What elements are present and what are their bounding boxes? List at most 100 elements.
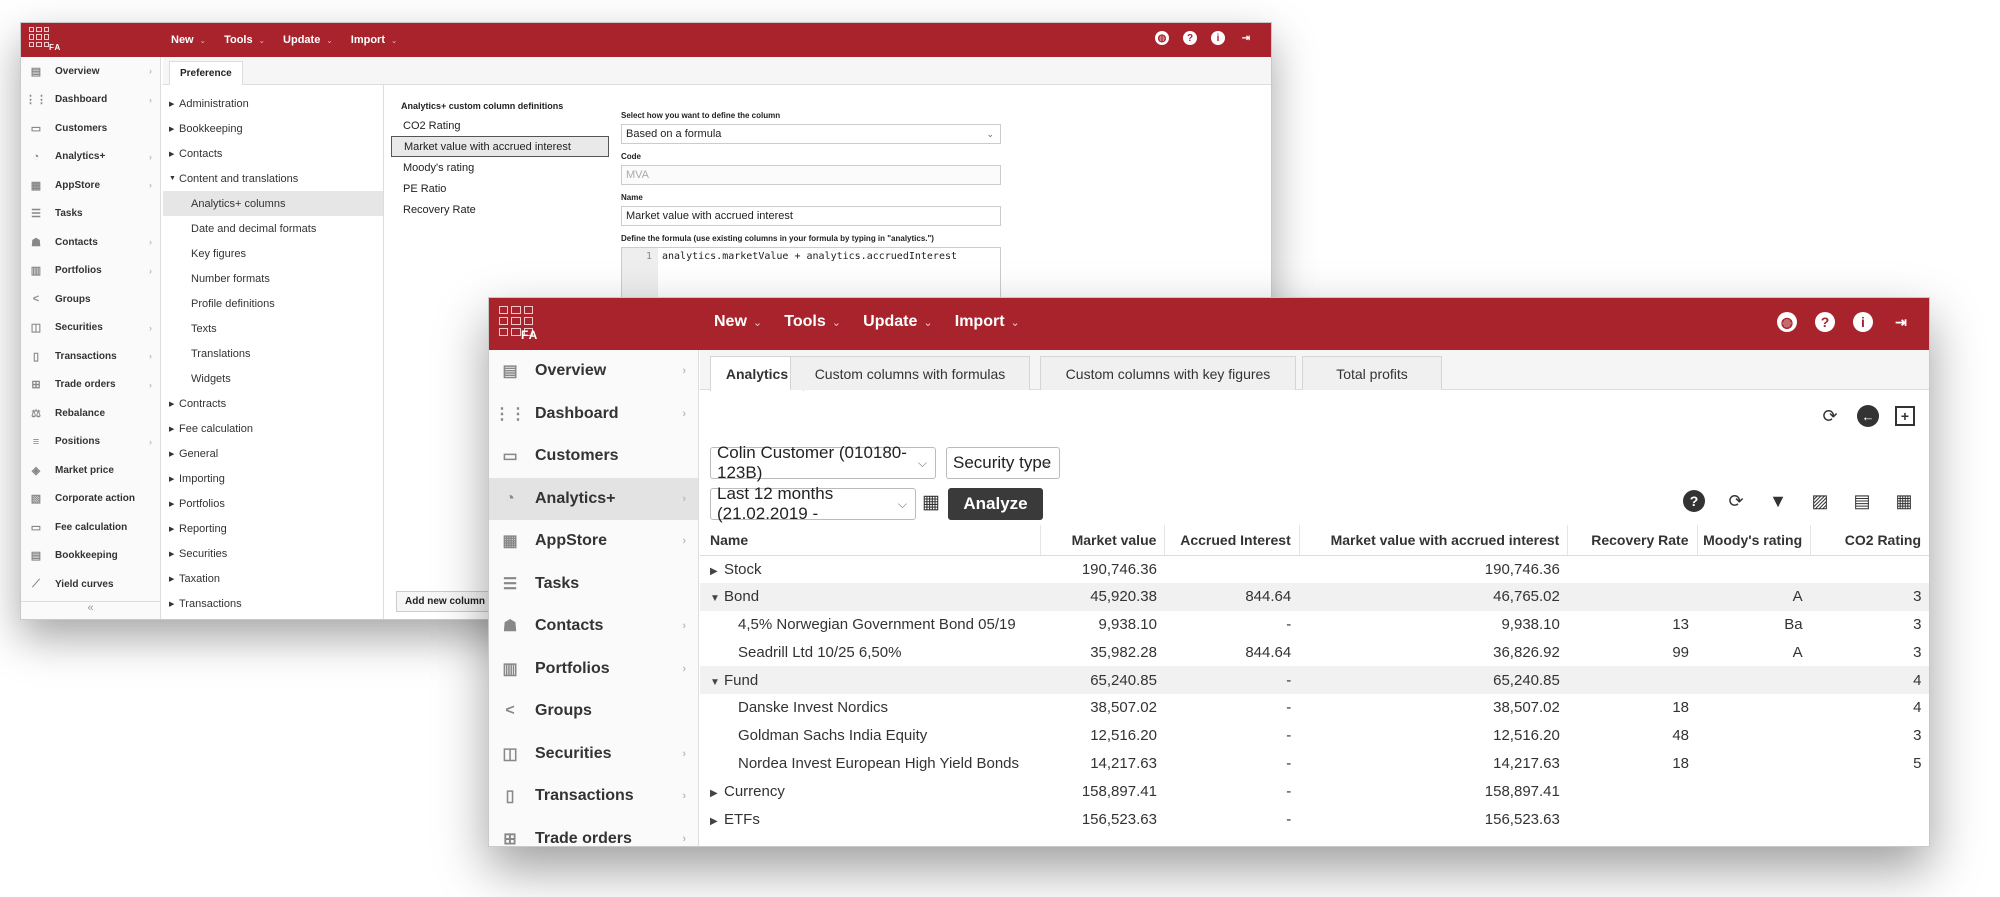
sidebar-item-analytics[interactable]: ◔ Analytics+ ›	[489, 477, 698, 520]
globe-icon[interactable]: ◍	[1155, 31, 1169, 45]
sidebar-item-portfolios[interactable]: ▥ Portfolios ›	[21, 257, 160, 286]
sidebar-item-transactions[interactable]: ▯ Transactions ›	[21, 342, 160, 371]
tree-item-content-and-translations[interactable]: ▼ Content and translations	[169, 166, 384, 191]
help-icon[interactable]: ?	[1183, 31, 1197, 45]
menu-new[interactable]: New ⌄	[714, 313, 762, 331]
add-new-column-button[interactable]: Add new column	[396, 591, 494, 612]
table-row[interactable]: ▶ Currency 158,897.41 - 158,897.41	[700, 777, 1929, 805]
info-icon[interactable]: i	[1853, 312, 1873, 332]
info-icon[interactable]: i	[1211, 31, 1225, 45]
logout-icon[interactable]: ⇥	[1891, 312, 1911, 332]
tab-custom-columns-with-formulas[interactable]: Custom columns with formulas	[790, 356, 1030, 390]
tree-item-securities[interactable]: ▶ Securities	[169, 541, 384, 566]
sidebar-item-customers[interactable]: ▭ Customers	[489, 435, 698, 478]
sidebar-item-securities[interactable]: ◫ Securities ›	[21, 314, 160, 343]
refresh-icon[interactable]: ⟳	[1725, 490, 1747, 512]
define-method-select[interactable]: Based on a formula ⌄	[621, 124, 1001, 144]
sidebar-item-bookkeeping[interactable]: ▤ Bookkeeping	[21, 542, 160, 571]
sidebar-item-trade-orders[interactable]: ⊞ Trade orders ›	[21, 371, 160, 400]
logout-icon[interactable]: ⇥	[1239, 31, 1253, 45]
column-header-recovery-rate[interactable]: Recovery Rate	[1567, 525, 1698, 556]
table-row[interactable]: ▼ Fund 65,240.85 - 65,240.85 4	[700, 666, 1929, 694]
column-item-pe-ratio[interactable]: PE Ratio	[391, 178, 609, 199]
tree-item-translations[interactable]: Translations	[169, 341, 384, 366]
fa-logo-icon[interactable]	[29, 27, 49, 47]
column-header-co2-rating[interactable]: CO2 Rating	[1810, 525, 1929, 556]
caret-down-icon[interactable]: ▼	[710, 677, 724, 688]
tree-item-transactions[interactable]: ▶ Transactions	[169, 591, 384, 616]
tree-item-importing[interactable]: ▶ Importing	[169, 466, 384, 491]
tab-total-profits[interactable]: Total profits	[1302, 356, 1442, 390]
sidebar-item-tasks[interactable]: ☰ Tasks	[21, 200, 160, 229]
grouping-select[interactable]: Security type ⌵	[946, 447, 1060, 479]
caret-down-icon[interactable]: ▼	[710, 593, 724, 604]
add-icon[interactable]: +	[1895, 406, 1915, 426]
sidebar-item-corporate-action[interactable]: ▧ Corporate action	[21, 485, 160, 514]
sidebar-item-appstore[interactable]: ▦ AppStore ›	[489, 520, 698, 563]
sidebar-item-tasks[interactable]: ☰ Tasks	[489, 563, 698, 606]
sidebar-item-dashboard[interactable]: ⋮⋮ Dashboard ›	[489, 393, 698, 436]
refresh-icon[interactable]: ⟳	[1819, 405, 1841, 427]
tree-item-texts[interactable]: Texts	[169, 316, 384, 341]
sidebar-item-yield-curves[interactable]: ⟋ Yield curves	[21, 570, 160, 599]
sidebar-item-transactions[interactable]: ▯ Transactions ›	[489, 775, 698, 818]
tree-item-general[interactable]: ▶ General	[169, 441, 384, 466]
table-row[interactable]: Nordea Invest European High Yield Bonds 1…	[700, 750, 1929, 778]
sidebar-item-rebalance[interactable]: ⚖ Rebalance	[21, 399, 160, 428]
sidebar-item-securities[interactable]: ◫ Securities ›	[489, 733, 698, 776]
column-header-name[interactable]: Name	[700, 525, 1042, 556]
menu-update[interactable]: Update ⌄	[863, 313, 933, 331]
sidebar-item-overview[interactable]: ▤ Overview ›	[21, 57, 160, 86]
caret-right-icon[interactable]: ▶	[710, 566, 724, 577]
sidebar-item-fee-calculation[interactable]: ▭ Fee calculation	[21, 513, 160, 542]
table-row[interactable]: ▶ ETFs 156,523.63 - 156,523.63	[700, 805, 1929, 833]
menu-import[interactable]: Import ⌄	[351, 34, 398, 46]
back-arrow-icon[interactable]: ←	[1857, 405, 1879, 427]
tree-item-portfolios[interactable]: ▶ Portfolios	[169, 491, 384, 516]
tree-item-widgets[interactable]: Widgets	[169, 366, 384, 391]
name-field[interactable]: Market value with accrued interest	[621, 206, 1001, 226]
sidebar-item-trade-orders[interactable]: ⊞ Trade orders ›	[489, 818, 698, 846]
tree-item-bookkeeping[interactable]: ▶ Bookkeeping	[169, 116, 384, 141]
formula-editor[interactable]: 1 analytics.marketValue + analytics.accr…	[621, 247, 1001, 303]
sidebar-item-market-price[interactable]: ◈ Market price	[21, 456, 160, 485]
tree-item-contracts[interactable]: ▶ Contracts	[169, 391, 384, 416]
help-icon[interactable]: ?	[1683, 490, 1705, 512]
sidebar-item-contacts[interactable]: ☗ Contacts ›	[21, 228, 160, 257]
period-select[interactable]: Last 12 months (21.02.2019 - ⌵	[710, 484, 916, 523]
column-item-recovery-rate[interactable]: Recovery Rate	[391, 199, 609, 220]
sidebar-item-groups[interactable]: < Groups	[489, 690, 698, 733]
sidebar-item-positions[interactable]: ≡ Positions ›	[21, 428, 160, 457]
sidebar-item-portfolios[interactable]: ▥ Portfolios ›	[489, 648, 698, 691]
customer-select[interactable]: Colin Customer (010180-123B) ⌵	[710, 443, 936, 482]
table-row[interactable]: ▼ Bond 45,920.38 844.64 46,765.02 A 3	[700, 582, 1929, 611]
tree-item-date-and-decimal-formats[interactable]: Date and decimal formats	[169, 216, 384, 241]
tree-item-analytics-columns[interactable]: Analytics+ columns	[163, 191, 384, 216]
calendar-icon[interactable]: ▦	[922, 491, 940, 514]
tree-item-profile-definitions[interactable]: Profile definitions	[169, 291, 384, 316]
menu-tools[interactable]: Tools ⌄	[224, 34, 265, 46]
caret-right-icon[interactable]: ▶	[710, 816, 724, 827]
tree-item-number-formats[interactable]: Number formats	[169, 266, 384, 291]
table-settings-icon[interactable]: ▦	[1893, 490, 1915, 512]
sidebar-item-contacts[interactable]: ☗ Contacts ›	[489, 605, 698, 648]
sidebar-item-dashboard[interactable]: ⋮⋮ Dashboard ›	[21, 86, 160, 115]
column-item-moody-s-rating[interactable]: Moody's rating	[391, 157, 609, 178]
column-header-accrued-interest[interactable]: Accrued Interest	[1164, 525, 1300, 556]
filter-icon[interactable]: ▼	[1767, 490, 1789, 512]
menu-import[interactable]: Import ⌄	[955, 313, 1020, 331]
sidebar-item-overview[interactable]: ▤ Overview ›	[489, 350, 698, 393]
collapse-sidebar-button[interactable]: «	[21, 601, 160, 619]
formula-text[interactable]: analytics.marketValue + analytics.accrue…	[658, 248, 961, 302]
tab-custom-columns-with-key-figures[interactable]: Custom columns with key figures	[1040, 356, 1296, 390]
table-row[interactable]: Danske Invest Nordics 38,507.02 - 38,507.02…	[700, 694, 1929, 722]
table-row[interactable]: Goldman Sachs India Equity 12,516.20 - 12,5…	[700, 722, 1929, 750]
tab-preference[interactable]: Preference	[169, 61, 243, 85]
help-icon[interactable]: ?	[1815, 312, 1835, 332]
caret-right-icon[interactable]: ▶	[710, 788, 724, 799]
tree-item-administration[interactable]: ▶ Administration	[169, 91, 384, 116]
document-export-icon[interactable]: ▤	[1851, 490, 1873, 512]
sidebar-item-groups[interactable]: < Groups	[21, 285, 160, 314]
tree-item-key-figures[interactable]: Key figures	[169, 241, 384, 266]
globe-icon[interactable]: ◍	[1777, 312, 1797, 332]
